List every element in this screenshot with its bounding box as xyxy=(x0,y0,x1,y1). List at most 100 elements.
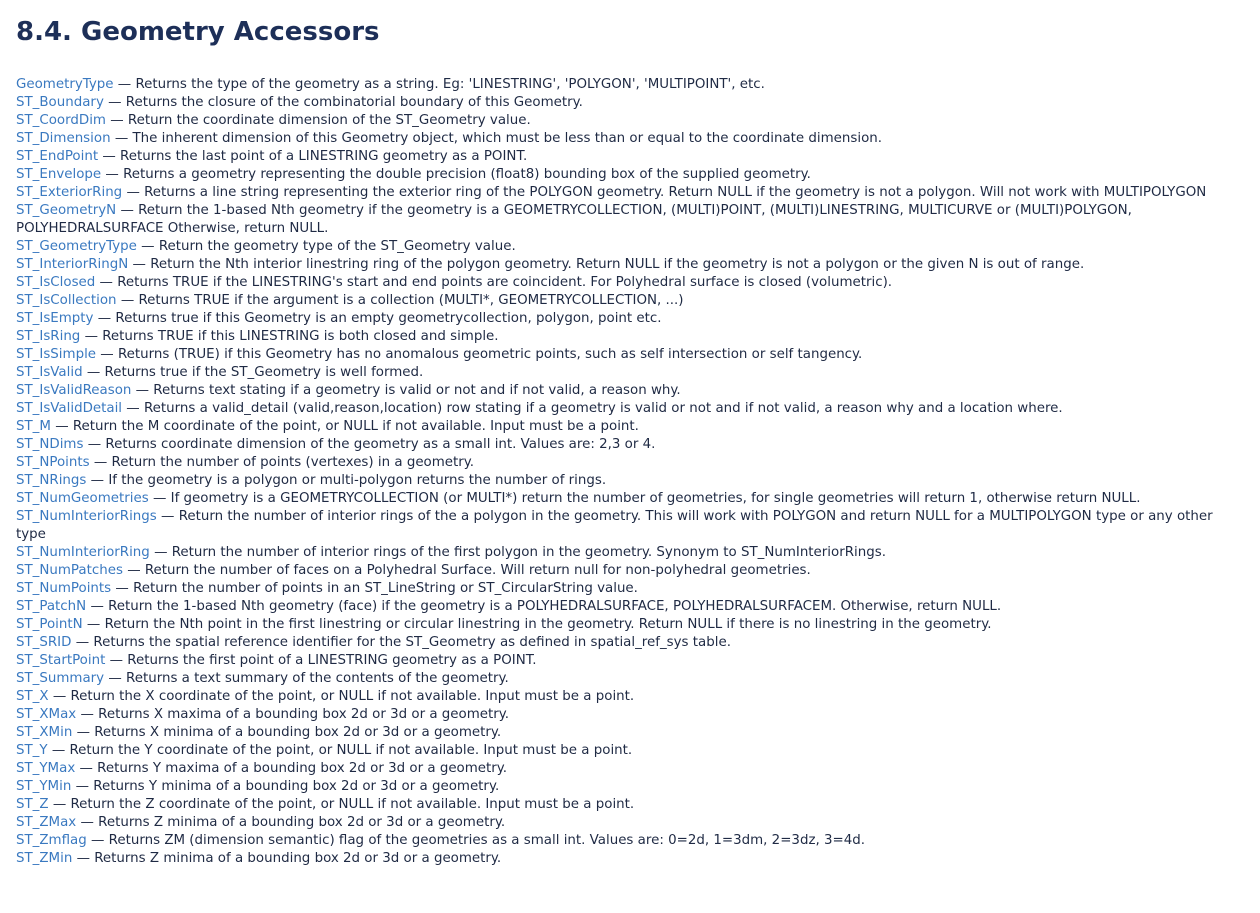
function-link[interactable]: ST_Envelope xyxy=(16,167,101,182)
function-link[interactable]: ST_NumInteriorRing xyxy=(16,545,150,560)
separator-dash: — xyxy=(105,167,119,182)
function-description: Return the number of interior rings of t… xyxy=(171,545,886,560)
function-link[interactable]: ST_GeometryType xyxy=(16,239,137,254)
function-link[interactable]: ST_InteriorRingN xyxy=(16,257,128,272)
separator-dash: — xyxy=(135,383,150,398)
separator-dash: — xyxy=(51,743,66,758)
function-description: Return the number of faces on a Polyhedr… xyxy=(144,563,811,578)
function-description: Returns the closure of the combinatorial… xyxy=(125,95,583,110)
function-link[interactable]: ST_IsSimple xyxy=(16,347,96,362)
function-link[interactable]: ST_EndPoint xyxy=(16,149,98,164)
function-link[interactable]: ST_ZMin xyxy=(16,851,72,866)
list-item: ST_Y — Return the Y coordinate of the po… xyxy=(16,742,1244,760)
separator-dash: — xyxy=(90,599,104,614)
function-description: Returns text stating if a geometry is va… xyxy=(153,383,681,398)
separator-dash: — xyxy=(132,257,146,272)
function-link[interactable]: ST_IsValidDetail xyxy=(16,401,122,416)
function-description: Returns Y maxima of a bounding box 2d or… xyxy=(97,761,508,776)
separator-dash: — xyxy=(99,275,113,290)
list-item: ST_IsCollection — Returns TRUE if the ar… xyxy=(16,292,1244,310)
function-description: Return the number of interior rings of t… xyxy=(16,509,1213,542)
function-link[interactable]: ST_ZMax xyxy=(16,815,76,830)
function-link[interactable]: ST_YMax xyxy=(16,761,75,776)
function-link[interactable]: ST_GeometryN xyxy=(16,203,116,218)
list-item: ST_IsSimple — Returns (TRUE) if this Geo… xyxy=(16,346,1244,364)
function-list: GeometryType — Returns the type of the g… xyxy=(16,76,1244,868)
function-link[interactable]: ST_NumPoints xyxy=(16,581,111,596)
function-link[interactable]: ST_XMin xyxy=(16,725,72,740)
function-description: Returns ZM (dimension semantic) flag of … xyxy=(108,833,865,848)
separator-dash: — xyxy=(117,77,132,92)
function-description: Returns true if this Geometry is an empt… xyxy=(115,311,662,326)
list-item: ST_M — Return the M coordinate of the po… xyxy=(16,418,1244,436)
function-description: Return the Y coordinate of the point, or… xyxy=(69,743,633,758)
function-link[interactable]: ST_Z xyxy=(16,797,49,812)
function-link[interactable]: ST_Summary xyxy=(16,671,104,686)
function-link[interactable]: ST_Y xyxy=(16,743,48,758)
list-item: ST_IsValid — Returns true if the ST_Geom… xyxy=(16,364,1244,382)
list-item: ST_PointN — Return the Nth point in the … xyxy=(16,616,1244,634)
function-description: Return the Nth interior linestring ring … xyxy=(150,257,1085,272)
function-link[interactable]: ST_NDims xyxy=(16,437,83,452)
function-link[interactable]: ST_NumPatches xyxy=(16,563,123,578)
list-item: ST_NumPatches — Return the number of fac… xyxy=(16,562,1244,580)
separator-dash: — xyxy=(79,761,93,776)
separator-dash: — xyxy=(108,671,122,686)
list-item: ST_Summary — Returns a text summary of t… xyxy=(16,670,1244,688)
separator-dash: — xyxy=(154,545,168,560)
function-link[interactable]: ST_YMin xyxy=(16,779,71,794)
list-item: ST_IsClosed — Returns TRUE if the LINEST… xyxy=(16,274,1244,292)
separator-dash: — xyxy=(84,329,98,344)
function-description: Returns TRUE if the LINESTRING's start a… xyxy=(117,275,893,290)
list-item: ST_NumPoints — Return the number of poin… xyxy=(16,580,1244,598)
function-link[interactable]: ST_IsClosed xyxy=(16,275,95,290)
function-link[interactable]: ST_NRings xyxy=(16,473,86,488)
separator-dash: — xyxy=(90,473,105,488)
function-description: Returns Y minima of a bounding box 2d or… xyxy=(93,779,500,794)
function-description: Returns (TRUE) if this Geometry has no a… xyxy=(117,347,863,362)
list-item: ST_NumGeometries — If geometry is a GEOM… xyxy=(16,490,1244,508)
function-description: Returns a valid_detail (valid,reason,loc… xyxy=(143,401,1063,416)
function-description: Returns Z minima of a bounding box 2d or… xyxy=(94,851,502,866)
separator-dash: — xyxy=(127,563,141,578)
function-link[interactable]: ST_Boundary xyxy=(16,95,104,110)
function-description: Return the geometry type of the ST_Geome… xyxy=(158,239,516,254)
function-link[interactable]: ST_NumGeometries xyxy=(16,491,149,506)
function-description: Return the number of points in an ST_Lin… xyxy=(133,581,638,596)
list-item: ST_NRings — If the geometry is a polygon… xyxy=(16,472,1244,490)
list-item: ST_NDims — Returns coordinate dimension … xyxy=(16,436,1244,454)
function-link[interactable]: ST_PatchN xyxy=(16,599,86,614)
separator-dash: — xyxy=(86,365,101,380)
function-link[interactable]: ST_Dimension xyxy=(16,131,111,146)
separator-dash: — xyxy=(55,419,69,434)
function-link[interactable]: ST_IsValid xyxy=(16,365,83,380)
function-link[interactable]: ST_Zmflag xyxy=(16,833,87,848)
list-item: ST_IsRing — Returns TRUE if this LINESTR… xyxy=(16,328,1244,346)
function-link[interactable]: ST_PointN xyxy=(16,617,83,632)
function-link[interactable]: ST_XMax xyxy=(16,707,76,722)
list-item: ST_YMax — Returns Y maxima of a bounding… xyxy=(16,760,1244,778)
function-description: Return the coordinate dimension of the S… xyxy=(127,113,531,128)
list-item: ST_YMin — Returns Y minima of a bounding… xyxy=(16,778,1244,796)
function-link[interactable]: ST_NPoints xyxy=(16,455,90,470)
separator-dash: — xyxy=(110,113,124,128)
function-description: Returns TRUE if this LINESTRING is both … xyxy=(102,329,499,344)
function-link[interactable]: ST_SRID xyxy=(16,635,71,650)
function-link[interactable]: ST_IsCollection xyxy=(16,293,117,308)
separator-dash: — xyxy=(91,833,105,848)
separator-dash: — xyxy=(52,797,67,812)
function-link[interactable]: ST_X xyxy=(16,689,49,704)
function-link[interactable]: ST_StartPoint xyxy=(16,653,105,668)
function-link[interactable]: ST_NumInteriorRings xyxy=(16,509,157,524)
list-item: ST_IsValidDetail — Returns a valid_detai… xyxy=(16,400,1244,418)
function-link[interactable]: ST_ExteriorRing xyxy=(16,185,122,200)
function-link[interactable]: ST_CoordDim xyxy=(16,113,106,128)
function-link[interactable]: GeometryType xyxy=(16,77,114,92)
function-link[interactable]: ST_IsValidReason xyxy=(16,383,131,398)
function-link[interactable]: ST_IsEmpty xyxy=(16,311,93,326)
separator-dash: — xyxy=(120,293,135,308)
function-link[interactable]: ST_IsRing xyxy=(16,329,80,344)
separator-dash: — xyxy=(102,149,116,164)
separator-dash: — xyxy=(80,707,94,722)
function-link[interactable]: ST_M xyxy=(16,419,51,434)
